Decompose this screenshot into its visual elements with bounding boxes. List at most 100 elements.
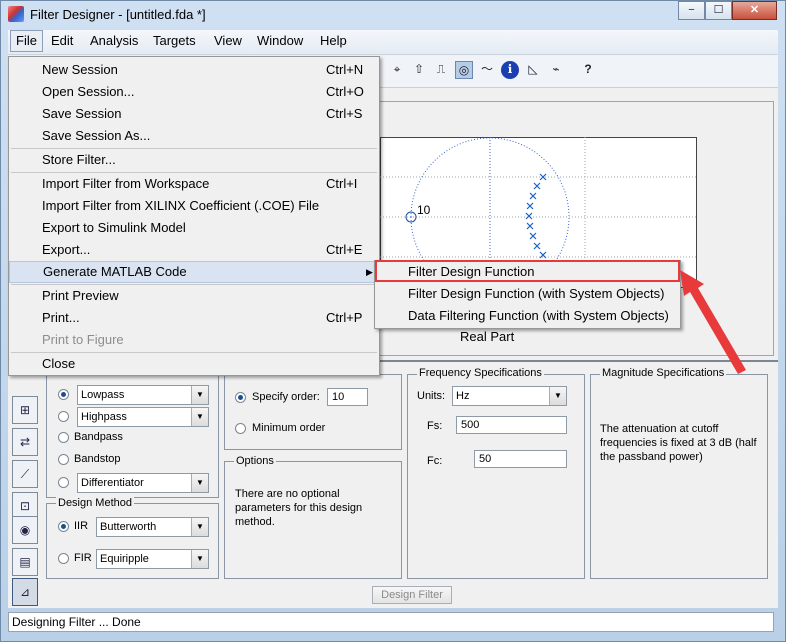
radio-specify-order[interactable] (235, 392, 246, 403)
fir-method-value: Equiripple (100, 553, 149, 565)
units-label: Units: (417, 390, 446, 402)
menu-item-shortcut: Ctrl+E (326, 242, 363, 257)
menu-item-label: Export to Simulink Model (42, 220, 186, 235)
filter-design-icon[interactable]: ◺ (524, 61, 542, 79)
menu-item-label: Print... (42, 310, 80, 325)
menu-item-print-preview[interactable]: Print Preview (9, 285, 379, 307)
submenu-item-label: Data Filtering Function (with System Obj… (408, 308, 669, 323)
full-view-icon[interactable]: ⌖ (388, 61, 406, 79)
menu-item-import-workspace[interactable]: Import Filter from Workspace Ctrl+I (9, 173, 379, 195)
radio-differentiator[interactable] (58, 477, 69, 488)
menu-item-save-session-as[interactable]: Save Session As... (9, 125, 379, 147)
sidebar-convert-icon[interactable]: ⇄ (12, 428, 38, 456)
chevron-down-icon: ▼ (549, 387, 566, 405)
menu-item-store-filter[interactable]: Store Filter... (9, 149, 379, 171)
menu-item-label: New Session (42, 62, 118, 77)
step-response-icon[interactable]: ⎍ (432, 61, 450, 79)
differentiator-combo[interactable]: Differentiator ▼ (77, 473, 209, 493)
radio-bandpass[interactable] (58, 432, 69, 443)
options-text: There are no optional parameters for thi… (235, 488, 363, 528)
minimum-order-label: Minimum order (252, 422, 326, 434)
radio-highpass[interactable] (58, 411, 69, 422)
fir-method-combo[interactable]: Equiripple ▼ (96, 549, 209, 569)
info-icon[interactable]: ℹ (501, 61, 519, 79)
close-button[interactable]: ✕ (732, 1, 777, 20)
menu-help[interactable]: Help (315, 30, 352, 52)
menu-file[interactable]: File (10, 30, 43, 52)
maximize-button[interactable]: ☐ (705, 1, 732, 20)
radio-fir[interactable] (58, 553, 69, 564)
highpass-value: Highpass (81, 411, 127, 423)
arrow-shape (680, 270, 746, 374)
radio-minimum-order[interactable] (235, 423, 246, 434)
app-icon (8, 6, 24, 22)
units-value: Hz (456, 390, 470, 402)
order-input[interactable]: 10 (327, 388, 368, 406)
menu-item-shortcut: Ctrl+P (326, 310, 363, 325)
menu-item-import-xilinx[interactable]: Import Filter from XILINX Coefficient (.… (9, 195, 379, 217)
filter-coefficients-icon[interactable]: 〜 (478, 61, 496, 79)
menu-item-label: Import Filter from Workspace (42, 176, 210, 191)
title-bar: Filter Designer - [untitled.fda *] (0, 0, 786, 28)
radio-iir[interactable] (58, 521, 69, 532)
annotation-arrow (680, 270, 746, 374)
fc-input[interactable]: 50 (474, 450, 567, 468)
sidebar-pole-zero-icon[interactable]: ◉ (12, 516, 38, 544)
magnitude-specs-text: The attenuation at cutoff frequencies is… (600, 423, 757, 463)
sidebar-realize-icon[interactable]: ▤ (12, 548, 38, 576)
minimize-button[interactable]: − (678, 1, 705, 20)
help-icon[interactable]: ? (579, 61, 597, 79)
menu-item-print[interactable]: Print... Ctrl+P (9, 307, 379, 329)
zero-multiplicity-label: 10 (417, 203, 431, 217)
realize-model-icon[interactable]: ⌁ (547, 61, 565, 79)
menu-item-save-session[interactable]: Save Session Ctrl+S (9, 103, 379, 125)
bandpass-label: Bandpass (74, 431, 123, 443)
file-menu: New Session Ctrl+N Open Session... Ctrl+O … (8, 56, 380, 376)
design-filter-button[interactable]: Design Filter (372, 586, 452, 604)
menu-window[interactable]: Window (252, 30, 308, 52)
submenu-item-label: Filter Design Function (with System Obje… (408, 286, 665, 301)
menu-item-close[interactable]: Close (9, 353, 379, 375)
menu-view[interactable]: View (209, 30, 247, 52)
menu-analysis[interactable]: Analysis (85, 30, 143, 52)
menu-item-new-session[interactable]: New Session Ctrl+N (9, 59, 379, 81)
fs-input[interactable]: 500 (456, 416, 567, 434)
menu-item-shortcut: Ctrl+S (326, 106, 363, 121)
highlight-box (375, 260, 680, 282)
menu-item-open-session[interactable]: Open Session... Ctrl+O (9, 81, 379, 103)
lowpass-combo[interactable]: Lowpass ▼ (77, 385, 209, 405)
menu-item-shortcut: Ctrl+N (326, 62, 364, 77)
window-title: Filter Designer - [untitled.fda *] (30, 7, 206, 22)
radio-lowpass[interactable] (58, 389, 69, 400)
units-combo[interactable]: Hz ▼ (452, 386, 567, 406)
submenu-item-filter-design-system-objects[interactable]: Filter Design Function (with System Obje… (375, 283, 680, 305)
chevron-down-icon: ▼ (191, 550, 208, 568)
sidebar-design-icon[interactable]: ⊿ (12, 578, 38, 606)
menu-item-label: Print to Figure (42, 332, 124, 347)
iir-method-combo[interactable]: Butterworth ▼ (96, 517, 209, 537)
menu-edit[interactable]: Edit (46, 30, 78, 52)
menu-item-generate-matlab-code[interactable]: Generate MATLAB Code ▶ (9, 261, 379, 283)
differentiator-value: Differentiator (81, 477, 144, 489)
magnitude-response-icon[interactable]: ⇧ (410, 61, 428, 79)
menu-item-label: Save Session (42, 106, 122, 121)
radio-bandstop[interactable] (58, 454, 69, 465)
chevron-down-icon: ▼ (191, 518, 208, 536)
highpass-combo[interactable]: Highpass ▼ (77, 407, 209, 427)
menu-item-label: Export... (42, 242, 91, 257)
bandstop-label: Bandstop (74, 453, 121, 465)
sidebar-transform-icon[interactable]: ⊞ (12, 396, 38, 424)
menu-item-export[interactable]: Export... Ctrl+E (9, 239, 379, 261)
status-bar: Designing Filter ... Done (8, 612, 774, 632)
sidebar-quantize-icon[interactable]: ⟋ (12, 460, 38, 488)
fir-label: FIR (74, 552, 92, 564)
frequency-specs-title: Frequency Specifications (417, 367, 544, 379)
chevron-down-icon: ▼ (191, 474, 208, 492)
submenu-item-data-filtering-function[interactable]: Data Filtering Function (with System Obj… (375, 305, 680, 327)
menu-item-export-simulink[interactable]: Export to Simulink Model (9, 217, 379, 239)
filter-order-group (224, 374, 402, 450)
menu-item-label: Close (42, 356, 76, 371)
menu-item-label: Print Preview (42, 288, 119, 303)
menu-targets[interactable]: Targets (148, 30, 201, 52)
pole-zero-icon[interactable]: ◎ (455, 61, 473, 79)
